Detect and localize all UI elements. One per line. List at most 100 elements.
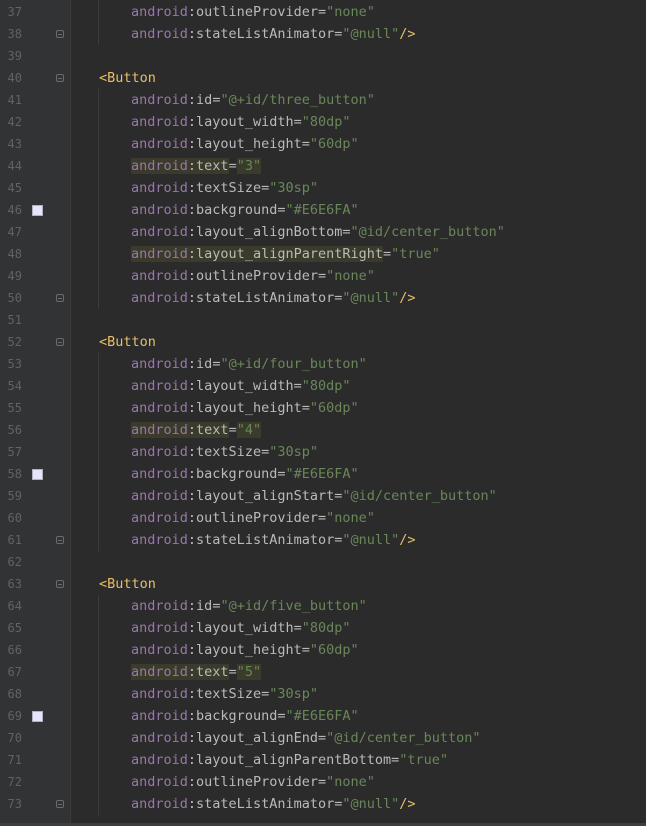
attribute-name: layout_alignParentBottom	[196, 752, 392, 768]
attribute-value: "30sp"	[269, 686, 318, 702]
attribute-colon: :	[187, 620, 197, 636]
attribute-name: textSize	[196, 686, 262, 702]
color-swatch-icon[interactable]	[32, 469, 43, 480]
attribute-colon: :	[187, 422, 197, 438]
code-line[interactable]: 62	[0, 551, 646, 573]
code-line[interactable]: 61 android:stateListAnimator="@null"/>	[0, 529, 646, 551]
code-line[interactable]: 60 android:outlineProvider="none"	[0, 507, 646, 529]
attribute-namespace: android	[131, 532, 188, 548]
attribute-value: "80dp"	[301, 378, 351, 394]
attribute-value: "none"	[326, 268, 375, 284]
line-number: 67	[7, 665, 22, 679]
code-line[interactable]: 55 android:layout_height="60dp"	[0, 397, 646, 419]
attribute-key: android:layout_alignParentRight	[131, 246, 383, 262]
fold-toggle-icon[interactable]	[56, 800, 64, 808]
attribute-name: textSize	[196, 180, 262, 196]
attribute-colon: :	[187, 158, 197, 174]
xml-tag: <Button	[99, 67, 156, 89]
tag-close: />	[399, 796, 416, 812]
code-line[interactable]: 39	[0, 45, 646, 67]
fold-toggle-icon[interactable]	[56, 338, 64, 346]
attribute-name: text	[196, 422, 229, 438]
attribute-value: "@null"	[342, 26, 400, 42]
code-line[interactable]: 51	[0, 309, 646, 331]
attribute-name: layout_width	[196, 620, 294, 636]
attribute-colon: :	[187, 136, 197, 152]
line-number: 49	[7, 269, 22, 283]
attribute-value: "#E6E6FA"	[285, 708, 359, 724]
code-line[interactable]: 42 android:layout_width="80dp"	[0, 111, 646, 133]
code-line[interactable]: 37 android:outlineProvider="none"	[0, 1, 646, 23]
code-line[interactable]: 57 android:textSize="30sp"	[0, 441, 646, 463]
code-line[interactable]: 43 android:layout_height="60dp"	[0, 133, 646, 155]
fold-toggle-icon[interactable]	[56, 580, 64, 588]
xml-attribute: android:layout_height="60dp"	[131, 639, 359, 661]
fold-toggle-icon[interactable]	[56, 74, 64, 82]
color-swatch-icon[interactable]	[32, 711, 43, 722]
attribute-colon: :	[187, 290, 197, 306]
code-line[interactable]: 64 android:id="@+id/five_button"	[0, 595, 646, 617]
xml-attribute: android:textSize="30sp"	[131, 441, 318, 463]
code-line[interactable]: 41 android:id="@+id/three_button"	[0, 89, 646, 111]
xml-attribute: android:stateListAnimator="@null"/>	[131, 793, 416, 815]
code-line[interactable]: 56 android:text="4"	[0, 419, 646, 441]
line-number: 43	[7, 137, 22, 151]
code-line[interactable]: 45 android:textSize="30sp"	[0, 177, 646, 199]
line-number: 58	[7, 467, 22, 481]
code-line[interactable]: 49 android:outlineProvider="none"	[0, 265, 646, 287]
line-number: 60	[7, 511, 22, 525]
attribute-key: android:layout_width	[131, 378, 294, 394]
tag-close: />	[399, 26, 416, 42]
code-line[interactable]: 52 <Button	[0, 331, 646, 353]
attribute-colon: :	[187, 114, 197, 130]
xml-attribute: android:background="#E6E6FA"	[131, 463, 359, 485]
attribute-namespace: android	[131, 488, 188, 504]
line-number: 73	[7, 797, 22, 811]
line-number: 59	[7, 489, 22, 503]
color-swatch-icon[interactable]	[32, 205, 43, 216]
attribute-value: "@id/center_button"	[326, 730, 481, 746]
code-line[interactable]: 40 <Button	[0, 67, 646, 89]
code-line[interactable]: 69 android:background="#E6E6FA"	[0, 705, 646, 727]
attribute-key: android:textSize	[131, 686, 261, 702]
line-number: 47	[7, 225, 22, 239]
code-line[interactable]: 63 <Button	[0, 573, 646, 595]
code-line[interactable]: 54 android:layout_width="80dp"	[0, 375, 646, 397]
xml-attribute: android:layout_alignEnd="@id/center_butt…	[131, 727, 481, 749]
attribute-name: outlineProvider	[196, 774, 318, 790]
code-line[interactable]: 65 android:layout_width="80dp"	[0, 617, 646, 639]
code-line[interactable]: 59 android:layout_alignStart="@id/center_…	[0, 485, 646, 507]
code-line[interactable]: 44 android:text="3"	[0, 155, 646, 177]
code-editor[interactable]: 37 android:outlineProvider="none" 38 androi…	[0, 0, 646, 826]
code-line[interactable]: 53 android:id="@+id/four_button"	[0, 353, 646, 375]
code-line[interactable]: 72 android:outlineProvider="none"	[0, 771, 646, 793]
code-line[interactable]: 68 android:textSize="30sp"	[0, 683, 646, 705]
attribute-colon: :	[187, 598, 197, 614]
attribute-namespace: android	[131, 422, 188, 438]
attribute-namespace: android	[131, 4, 188, 20]
code-line[interactable]: 48 android:layout_alignParentRight="true"	[0, 243, 646, 265]
code-line[interactable]: 71 android:layout_alignParentBottom="true…	[0, 749, 646, 771]
attribute-namespace: android	[131, 730, 188, 746]
attribute-key: android:text	[131, 664, 229, 680]
code-line[interactable]: 73 android:stateListAnimator="@null"/>	[0, 793, 646, 815]
code-line[interactable]: 50 android:stateListAnimator="@null"/>	[0, 287, 646, 309]
code-line[interactable]: 46 android:background="#E6E6FA"	[0, 199, 646, 221]
code-line[interactable]: 38 android:stateListAnimator="@null"/>	[0, 23, 646, 45]
code-line[interactable]: 66 android:layout_height="60dp"	[0, 639, 646, 661]
fold-toggle-icon[interactable]	[56, 294, 64, 302]
attribute-namespace: android	[131, 752, 188, 768]
attribute-colon: :	[187, 268, 197, 284]
code-line[interactable]: 67 android:text="5"	[0, 661, 646, 683]
attribute-key: android:layout_height	[131, 400, 302, 416]
code-line[interactable]: 70 android:layout_alignEnd="@id/center_bu…	[0, 727, 646, 749]
code-line[interactable]: 58 android:background="#E6E6FA"	[0, 463, 646, 485]
line-number: 69	[7, 709, 22, 723]
attribute-key: android:stateListAnimator	[131, 796, 334, 812]
attribute-colon: :	[187, 752, 197, 768]
line-number: 53	[7, 357, 22, 371]
code-line[interactable]: 47 android:layout_alignBottom="@id/center…	[0, 221, 646, 243]
attribute-colon: :	[187, 356, 197, 372]
fold-toggle-icon[interactable]	[56, 30, 64, 38]
fold-toggle-icon[interactable]	[56, 536, 64, 544]
